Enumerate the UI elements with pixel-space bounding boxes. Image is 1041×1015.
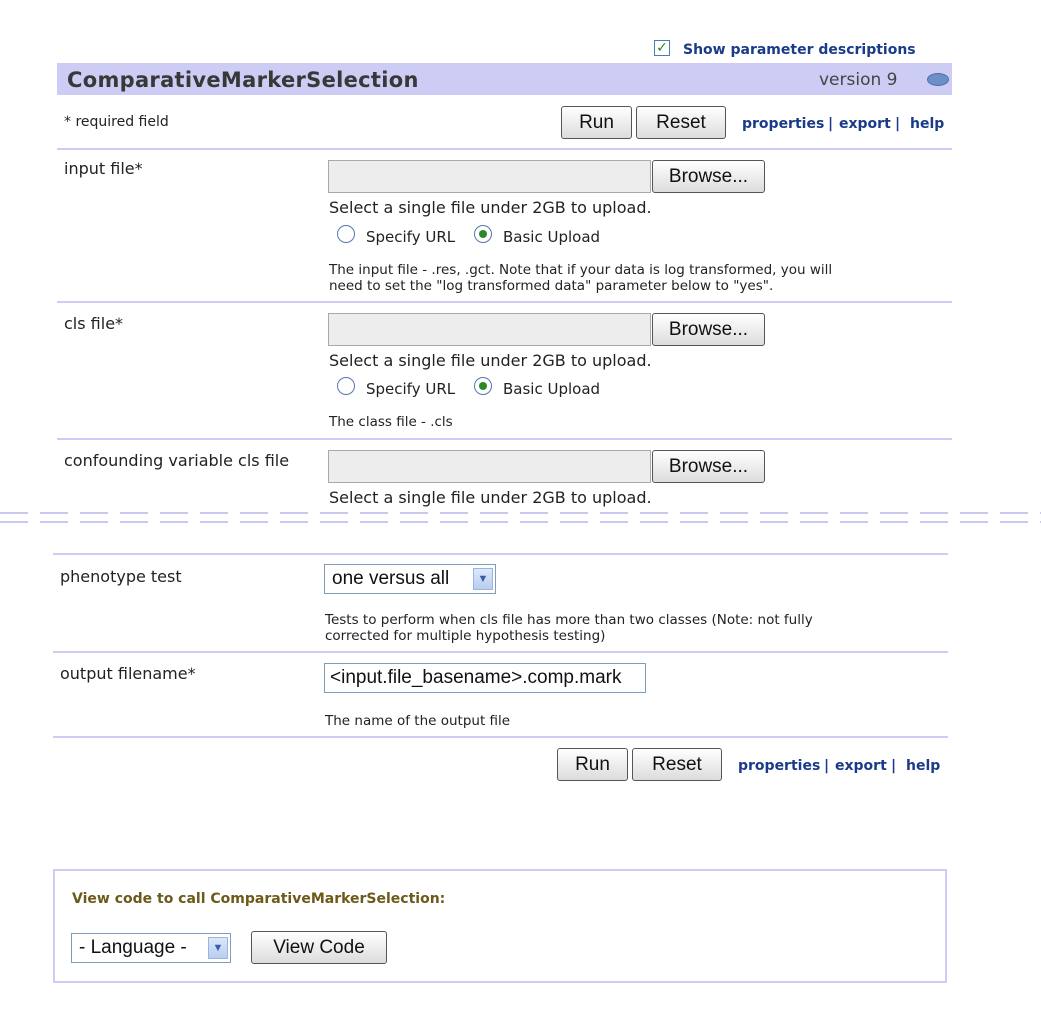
properties-link-bottom[interactable]: properties [738,758,820,774]
eye-icon[interactable] [927,73,949,86]
cls-file-browse-button[interactable]: Browse... [652,313,765,346]
phenotype-test-description-line2: corrected for multiple hypothesis testin… [325,628,606,644]
cls-file-description: The class file - .cls [329,414,453,430]
phenotype-test-value: one versus all [332,568,450,589]
phenotype-test-label: phenotype test [60,567,182,586]
view-code-panel: View code to call ComparativeMarkerSelec… [53,869,947,983]
reset-button-bottom[interactable]: Reset [632,748,722,781]
module-name: ComparativeMarkerSelection [67,68,419,92]
divider [53,651,948,653]
divider [57,438,952,440]
confounding-file-field[interactable] [328,450,651,483]
cls-file-upload-hint: Select a single file under 2GB to upload… [329,351,652,370]
export-link-bottom[interactable]: export [835,758,887,774]
input-file-upload-hint: Select a single file under 2GB to upload… [329,198,652,217]
divider [57,148,952,150]
input-file-browse-button[interactable]: Browse... [652,160,765,193]
separator: | [891,758,897,774]
cls-file-label: cls file* [64,314,124,333]
show-descriptions-label[interactable]: Show parameter descriptions [683,42,916,58]
cls-file-basic-upload-radio[interactable] [474,377,492,395]
run-button[interactable]: Run [561,106,632,139]
cls-file-field[interactable] [328,313,651,346]
phenotype-test-select[interactable]: one versus all ▼ [324,564,496,594]
cls-file-specify-url-radio[interactable] [337,377,355,395]
omitted-section-divider [0,512,1041,526]
required-field-note: * required field [64,114,169,130]
export-link[interactable]: export [839,116,891,132]
help-link[interactable]: help [910,116,944,132]
help-link-bottom[interactable]: help [906,758,940,774]
confounding-file-browse-button[interactable]: Browse... [652,450,765,483]
view-code-title: View code to call ComparativeMarkerSelec… [72,891,446,907]
phenotype-test-description-line1: Tests to perform when cls file has more … [325,612,813,628]
properties-link[interactable]: properties [742,116,824,132]
chevron-down-icon[interactable]: ▼ [208,937,228,959]
cls-file-basic-upload-label[interactable]: Basic Upload [503,380,600,398]
separator: | [895,116,901,132]
input-file-basic-upload-radio[interactable] [474,225,492,243]
input-file-description-line2: need to set the "log transformed data" p… [329,278,774,294]
separator: | [824,758,830,774]
separator: | [828,116,834,132]
divider [57,301,952,303]
view-code-button[interactable]: View Code [251,931,387,964]
module-title-bar: ComparativeMarkerSelection version 9 [57,63,952,95]
chevron-down-icon[interactable]: ▼ [473,568,493,590]
language-select-value: - Language - [79,937,187,958]
divider [53,736,948,738]
output-filename-description: The name of the output file [325,713,511,729]
cls-file-specify-url-label[interactable]: Specify URL [366,380,455,398]
reset-button[interactable]: Reset [636,106,726,139]
show-descriptions-checkbox[interactable]: ✓ [654,40,670,56]
confounding-file-upload-hint: Select a single file under 2GB to upload… [329,488,652,507]
confounding-file-label: confounding variable cls file [64,451,290,470]
divider [53,553,948,555]
input-file-description-line1: The input file - .res, .gct. Note that i… [329,262,833,278]
output-filename-input[interactable]: <input.file_basename>.comp.mark [324,663,646,693]
input-file-specify-url-radio[interactable] [337,225,355,243]
input-file-specify-url-label[interactable]: Specify URL [366,228,455,246]
output-filename-label: output filename* [60,664,196,683]
show-descriptions-toggle[interactable]: ✓ Show parameter descriptions [654,38,916,58]
input-file-basic-upload-label[interactable]: Basic Upload [503,228,600,246]
module-version: version 9 [819,70,898,90]
input-file-label: input file* [64,159,143,178]
run-button-bottom[interactable]: Run [557,748,628,781]
language-select[interactable]: - Language - ▼ [71,933,231,963]
input-file-field[interactable] [328,160,651,193]
